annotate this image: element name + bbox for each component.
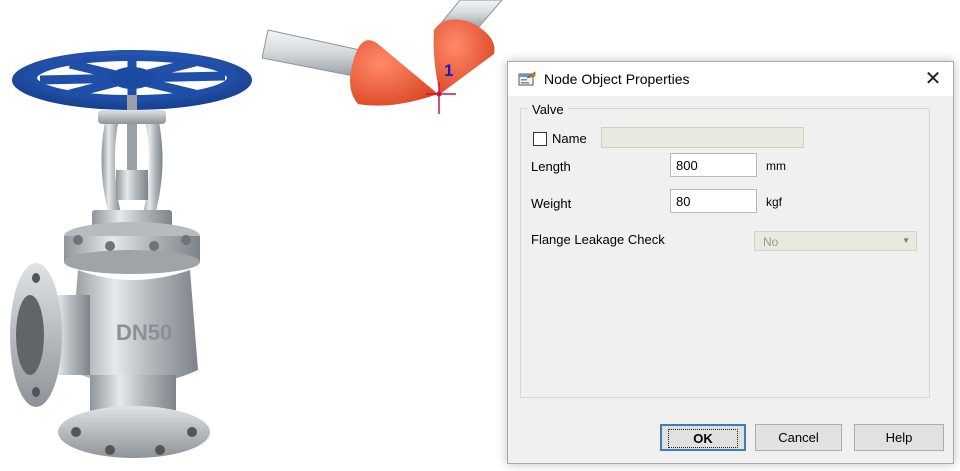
name-label: Name [552, 131, 587, 146]
length-unit: mm [766, 159, 786, 173]
valve-photo: DN50 [10, 50, 252, 458]
properties-window-icon [518, 71, 536, 86]
valve-yoke [98, 95, 166, 218]
valve-body: DN50 [10, 263, 210, 458]
flange-leakage-check-value: No [763, 235, 779, 249]
valve-cone-left [350, 40, 438, 106]
name-field[interactable] [601, 127, 804, 148]
dialog-title: Node Object Properties [544, 71, 690, 87]
weight-input[interactable]: 80 [670, 189, 757, 213]
close-button[interactable]: ✕ [921, 66, 945, 92]
weight-label: Weight [531, 196, 572, 211]
ok-button-label: OK [668, 429, 738, 448]
flange-leakage-check-label: Flange Leakage Check [531, 232, 665, 247]
close-icon: ✕ [924, 68, 942, 90]
valve-embossed-text: DN50 [116, 320, 172, 345]
pipe-model-view: 1 [262, 0, 503, 114]
chevron-down-icon: ▼ [902, 236, 910, 245]
length-input[interactable]: 800 [670, 153, 757, 177]
valve-groupbox [520, 108, 930, 398]
length-label: Length [531, 159, 571, 174]
weight-unit: kgf [766, 195, 783, 209]
dialog-titlebar[interactable]: Node Object Properties ✕ [508, 62, 953, 96]
flange-leakage-check-select[interactable]: No ▼ [754, 231, 917, 251]
valve-group-label: Valve [528, 102, 568, 117]
pipe-segment [262, 29, 361, 77]
name-checkbox[interactable] [533, 132, 547, 146]
node-object-properties-dialog: Node Object Properties ✕ Valve Name Leng… [507, 61, 954, 464]
help-button[interactable]: Help [854, 424, 944, 451]
ok-button[interactable]: OK [660, 424, 746, 451]
cancel-button[interactable]: Cancel [755, 424, 842, 451]
node-number-label: 1 [444, 61, 453, 80]
valve-bonnet [64, 210, 200, 274]
valve-cone-right [433, 19, 495, 95]
